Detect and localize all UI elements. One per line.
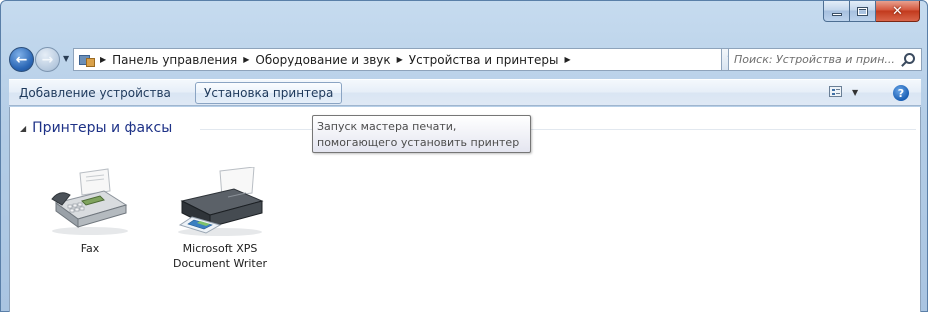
breadcrumb-hardware-sound[interactable]: Оборудование и звук bbox=[255, 53, 390, 67]
device-name-line: Document Writer bbox=[172, 257, 268, 270]
breadcrumb-devices-printers[interactable]: Устройства и принтеры bbox=[409, 53, 559, 67]
close-icon: ✕ bbox=[892, 3, 903, 19]
group-title: Принтеры и факсы bbox=[32, 120, 173, 136]
install-printer-tooltip: Запуск мастера печати, помогающего устан… bbox=[312, 115, 531, 153]
printer-icon bbox=[178, 167, 264, 236]
tooltip-line: Запуск мастера печати, bbox=[317, 120, 457, 133]
window-frame: ✕ ← → ▼ ▶ Панель управления ▶ Оборудован… bbox=[0, 0, 928, 312]
forward-arrow-icon: → bbox=[41, 51, 54, 68]
search-input[interactable] bbox=[734, 53, 899, 66]
device-label: Fax bbox=[81, 241, 100, 256]
help-icon: ? bbox=[897, 86, 905, 100]
close-button[interactable]: ✕ bbox=[876, 1, 920, 22]
forward-button[interactable]: → bbox=[35, 47, 60, 72]
window-controls: ✕ bbox=[823, 1, 920, 23]
maximize-button[interactable] bbox=[850, 1, 876, 22]
address-bar[interactable]: ▶ Панель управления ▶ Оборудование и зву… bbox=[73, 48, 789, 71]
devices-content-pane: ◢ Принтеры и факсы Fax Microsoft XPS Doc… bbox=[9, 107, 921, 312]
add-device-button[interactable]: Добавление устройства bbox=[11, 82, 179, 104]
command-bar: Добавление устройства Установка принтера… bbox=[9, 79, 921, 106]
device-name-line: Microsoft XPS bbox=[182, 242, 258, 255]
breadcrumb-separator-icon[interactable]: ▶ bbox=[564, 55, 570, 64]
fax-icon bbox=[51, 168, 128, 235]
breadcrumb-separator-icon[interactable]: ▶ bbox=[243, 55, 249, 64]
device-fax[interactable]: Fax bbox=[40, 167, 140, 256]
back-arrow-icon: ← bbox=[15, 51, 28, 68]
back-button[interactable]: ← bbox=[9, 47, 34, 72]
help-button[interactable]: ? bbox=[893, 85, 909, 101]
search-box[interactable] bbox=[728, 48, 922, 71]
minimize-button[interactable] bbox=[823, 1, 850, 22]
collapse-group-icon[interactable]: ◢ bbox=[20, 124, 26, 133]
breadcrumb-separator-icon[interactable]: ▶ bbox=[397, 55, 403, 64]
tooltip-line: помогающего установить принтер bbox=[317, 136, 520, 149]
minimize-icon bbox=[831, 13, 842, 16]
navigation-bar: ← → ▼ ▶ Панель управления ▶ Оборудование… bbox=[1, 45, 927, 73]
breadcrumb-separator-icon[interactable]: ▶ bbox=[100, 55, 106, 64]
recent-pages-dropdown-icon[interactable]: ▼ bbox=[63, 54, 69, 63]
control-panel-icon bbox=[78, 53, 95, 67]
group-divider bbox=[200, 129, 916, 130]
change-view-icon[interactable] bbox=[829, 86, 842, 97]
breadcrumb-control-panel[interactable]: Панель управления bbox=[112, 53, 237, 67]
search-icon[interactable] bbox=[904, 53, 915, 64]
maximize-icon bbox=[857, 6, 868, 16]
device-name-line: Fax bbox=[80, 242, 100, 255]
device-label: Microsoft XPS Document Writer bbox=[173, 241, 267, 271]
install-printer-button[interactable]: Установка принтера bbox=[195, 82, 343, 104]
title-bar[interactable]: ✕ bbox=[1, 1, 927, 37]
view-options-dropdown-icon[interactable]: ▼ bbox=[852, 88, 858, 97]
group-header-printers[interactable]: ◢ Принтеры и факсы bbox=[20, 120, 172, 136]
device-xps-document-writer[interactable]: Microsoft XPS Document Writer bbox=[155, 167, 285, 271]
